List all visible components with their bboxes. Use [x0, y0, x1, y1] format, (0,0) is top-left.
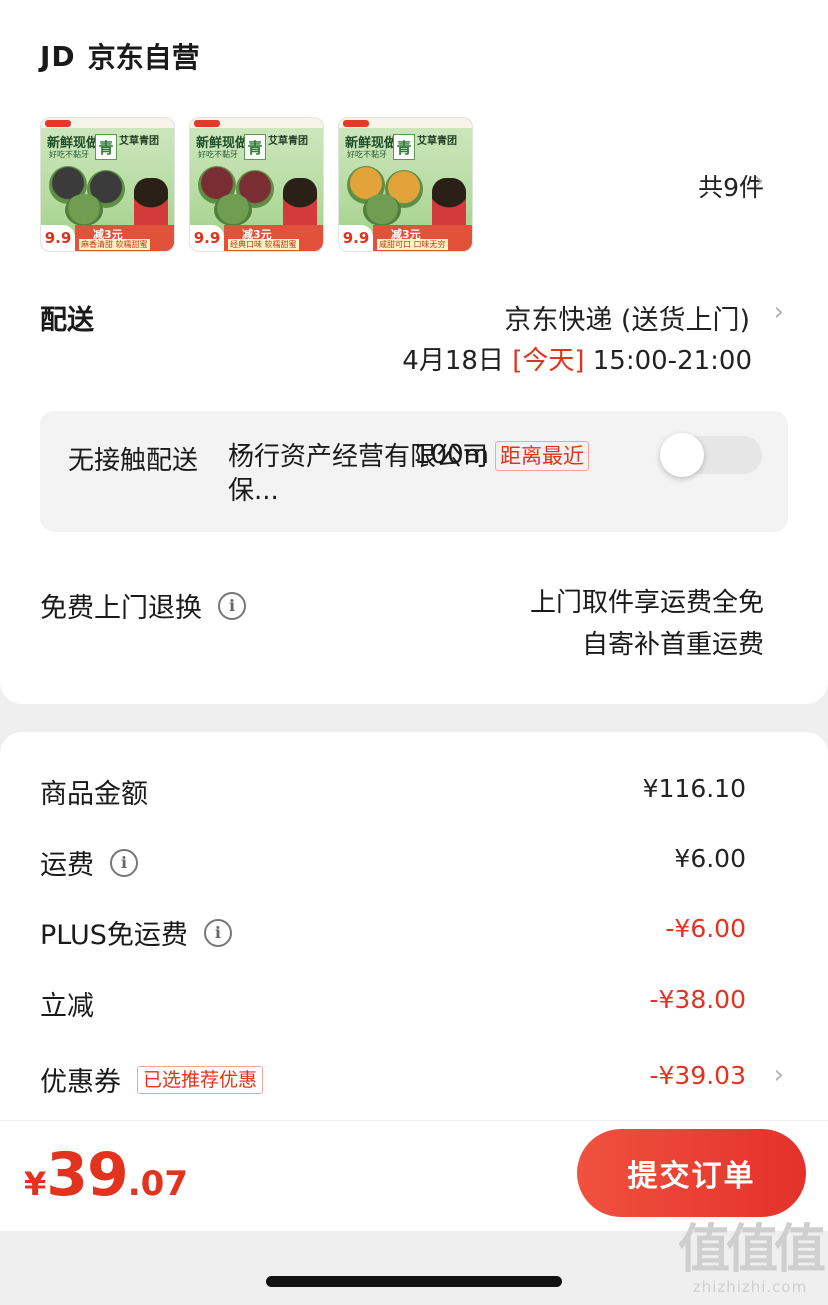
- thumb-promo: 减3元 麻香清甜 软糯甜蜜: [75, 225, 174, 251]
- thumb-flavor: 经典口味 软糯甜蜜: [228, 239, 299, 250]
- coupon-value[interactable]: -¥39.03: [650, 1061, 747, 1090]
- return-line-1: 上门取件享运费全免: [529, 588, 764, 618]
- product-thumbnail[interactable]: 新鲜现做 好吃不黏牙青艾草青团 9.9 减3元 经典口味 软糯甜蜜: [189, 117, 324, 252]
- thumb-price: 9.9: [190, 225, 224, 251]
- nearest-badge: 距离最近: [495, 441, 589, 471]
- thumb-brand: 艾草青团: [268, 136, 308, 147]
- chevron-right-icon[interactable]: ›: [754, 166, 764, 196]
- thumb-qing-mark: 青: [244, 134, 266, 160]
- chevron-right-icon[interactable]: ›: [774, 297, 784, 327]
- thumb-slogan: 好吃不黏牙: [198, 150, 238, 159]
- goods-amount-label: 商品金额: [40, 779, 148, 810]
- thumb-promo: 减3元 咸甜可口 口味无穷: [373, 225, 472, 251]
- submit-order-button[interactable]: 提交订单: [577, 1129, 806, 1217]
- instant-discount-value: -¥38.00: [649, 985, 747, 1014]
- qingtuan-icon: [65, 194, 103, 226]
- instant-discount-row: 立减: [40, 984, 94, 1023]
- delivery-today: [今天]: [512, 346, 585, 376]
- delivery-time[interactable]: 4月18日 [今天] 15:00-21:00: [402, 340, 752, 377]
- chevron-right-icon[interactable]: ›: [774, 1060, 784, 1090]
- product-thumbnails[interactable]: 新鲜现做 好吃不黏牙青艾草青团 9.9 减3元 麻香清甜 软糯甜蜜 新鲜现做 好吃不黏牙青艾…: [40, 117, 473, 252]
- plus-free-shipping-label: PLUS免运费: [40, 920, 188, 951]
- instant-discount-label: 立减: [40, 991, 94, 1022]
- thumb-flavor: 麻香清甜 软糯甜蜜: [79, 239, 150, 250]
- coupon-label: 优惠券: [40, 1067, 121, 1098]
- free-return-label: 免费上门退换: [40, 593, 202, 624]
- store-header: JD 京东自营: [40, 36, 200, 76]
- delivery-method[interactable]: 京东快递 (送货上门): [504, 298, 750, 337]
- thumb-slogan: 好吃不黏牙: [347, 150, 387, 159]
- product-thumbnail[interactable]: 新鲜现做 好吃不黏牙青艾草青团 9.9 减3元 咸甜可口 口味无穷: [338, 117, 473, 252]
- total-integer: 39: [46, 1140, 128, 1210]
- coupon-recommended-badge: 已选推荐优惠: [137, 1065, 264, 1094]
- watermark-logo: 值值值: [678, 1220, 826, 1280]
- thumb-brand: 艾草青团: [417, 136, 457, 147]
- delivery-window: 15:00-21:00: [592, 346, 752, 376]
- thumb-brand: 艾草青团: [119, 136, 159, 147]
- jd-logo: JD: [40, 39, 76, 73]
- store-name: 京东自营: [87, 41, 200, 74]
- watermark: 值值值 zhizhizhi.com: [678, 1220, 826, 1296]
- free-return-detail: 上门取件享运费全免 自寄补首重运费: [530, 582, 764, 666]
- delivery-label: 配送: [40, 305, 94, 336]
- info-icon[interactable]: i: [218, 591, 246, 620]
- info-icon[interactable]: i: [110, 848, 138, 877]
- plus-free-shipping-value: -¥6.00: [665, 914, 746, 943]
- no-contact-label: 无接触配送: [68, 446, 199, 476]
- total-decimal: .07: [127, 1164, 188, 1204]
- goods-amount-value: ¥116.10: [642, 774, 746, 803]
- product-thumbnail[interactable]: 新鲜现做 好吃不黏牙青艾草青团 9.9 减3元 麻香清甜 软糯甜蜜: [40, 117, 175, 252]
- brand-logo-icon: [45, 120, 71, 127]
- return-line-2: 自寄补首重运费: [581, 630, 764, 660]
- home-indicator[interactable]: [266, 1276, 562, 1287]
- info-icon[interactable]: i: [203, 918, 232, 947]
- thumb-price: 9.9: [41, 225, 75, 251]
- free-return-row: 免费上门退换 i: [40, 586, 246, 625]
- brand-logo-icon: [343, 120, 369, 127]
- goods-amount-row: 商品金额: [40, 772, 148, 811]
- brand-logo-icon: [194, 120, 220, 127]
- delivery-date: 4月18日: [402, 346, 504, 376]
- thumb-flavor: 咸甜可口 口味无穷: [377, 239, 448, 250]
- thumb-promo: 减3元 经典口味 软糯甜蜜: [224, 225, 323, 251]
- qingtuan-icon: [363, 194, 401, 226]
- order-total: ¥ 39 .07: [24, 1140, 188, 1210]
- shipping-fee-value: ¥6.00: [674, 844, 746, 873]
- thumb-price: 9.9: [339, 225, 373, 251]
- shipping-fee-row: 运费 i: [40, 843, 138, 882]
- thumb-qing-mark: 青: [95, 134, 117, 160]
- thumb-qing-mark: 青: [393, 134, 415, 160]
- shipping-fee-label: 运费: [40, 850, 94, 881]
- qingtuan-icon: [214, 194, 252, 226]
- plus-free-shipping-row: PLUS免运费 i: [40, 913, 232, 952]
- total-currency: ¥: [24, 1165, 47, 1203]
- watermark-site: zhizhizhi.com: [692, 1278, 808, 1296]
- pickup-distance: 100m: [414, 440, 489, 470]
- thumb-slogan: 好吃不黏牙: [49, 150, 89, 159]
- toggle-knob: [660, 433, 704, 477]
- no-contact-toggle[interactable]: [660, 433, 762, 477]
- coupon-row[interactable]: 优惠券 已选推荐优惠: [40, 1060, 264, 1099]
